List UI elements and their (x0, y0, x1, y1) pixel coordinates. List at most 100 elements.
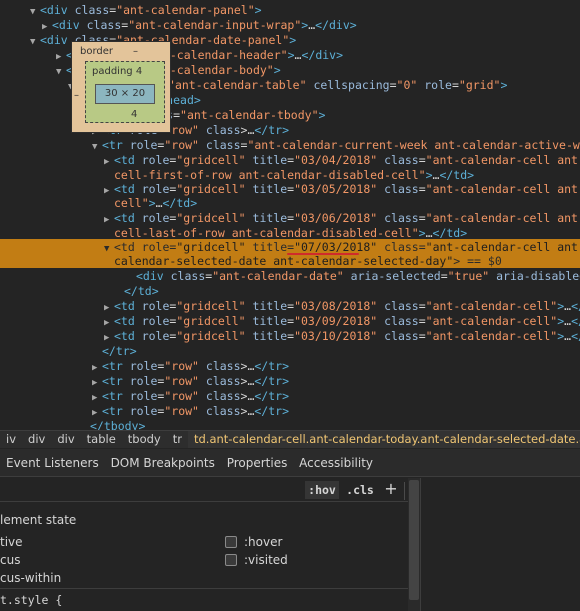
state-label-hover: :hover (244, 535, 283, 549)
collapse-triangle-icon[interactable]: ▼ (104, 242, 114, 257)
dom-token: role (417, 78, 452, 92)
box-model-left-value[interactable]: – (74, 90, 79, 101)
dom-token: cell" (114, 196, 149, 210)
dom-token: <tr (102, 374, 130, 388)
dom-token: <td (114, 211, 142, 225)
styles-filter-input[interactable] (0, 478, 302, 501)
dom-token: class (377, 299, 419, 313)
dom-token: "ant-calendar-panel" (116, 3, 255, 17)
dom-token: "03/09/2018" (294, 314, 378, 328)
dom-node-line[interactable]: ▶ <td role="gridcell" title="03/10/2018" … (104, 329, 580, 344)
dom-token: > (289, 33, 297, 47)
state-label-focus-within: cus-within (0, 571, 62, 585)
dom-token: "03/06/2018" (294, 211, 378, 225)
dom-token: "row" (164, 404, 199, 418)
dom-token: "ant-calendar-tbody" (180, 108, 319, 122)
dom-token: >… (240, 404, 255, 418)
dom-node-line[interactable]: <div class = "ant-calendar-date" aria-sele… (136, 269, 580, 284)
dom-token: aria-selected (343, 269, 441, 283)
collapse-triangle-icon[interactable]: ▼ (30, 35, 40, 50)
dom-token: = (418, 182, 426, 196)
state-label-focus: cus (0, 553, 21, 567)
hover-checkbox[interactable] (225, 536, 237, 548)
tab-event-listeners[interactable]: Event Listeners (0, 449, 103, 477)
dom-token: <td (114, 314, 142, 328)
dom-token: <div (52, 18, 87, 32)
dom-token: title (245, 329, 288, 343)
expand-triangle-icon[interactable]: ▶ (104, 213, 114, 228)
dom-token: > (254, 3, 262, 17)
dom-node-line[interactable]: cell-last-of-row ant-calendar-disabled-c… (114, 226, 467, 241)
collapse-triangle-icon[interactable]: ▼ (56, 65, 66, 80)
dom-node-line[interactable]: ▶ <td role="gridcell" title="03/06/2018" … (104, 211, 580, 226)
box-model-panel (421, 478, 580, 611)
breadcrumb-item[interactable]: iv (0, 431, 22, 448)
dom-node-line[interactable]: cell-first-of-row ant-calendar-disabled-… (114, 168, 474, 183)
dom-node-line[interactable]: ▶<tr role="row" class>…</tr> (92, 374, 289, 389)
tab-accessibility[interactable]: Accessibility (295, 449, 377, 477)
box-model-padding-label[interactable]: padding 4 (92, 66, 142, 77)
dom-node-line[interactable]: ▶ <td role="gridcell" title="03/09/2018" … (104, 314, 580, 329)
box-model-content[interactable]: 30 × 20 (95, 84, 155, 104)
dom-token: class (198, 138, 241, 152)
dom-token: class (377, 329, 419, 343)
dom-token: class (74, 3, 110, 17)
cls-toggle-button[interactable]: .cls (344, 481, 376, 499)
dom-token: title (245, 153, 288, 167)
box-model-border-value[interactable]: – (133, 46, 138, 57)
dom-node-line[interactable]: </tr> (102, 344, 137, 359)
dom-token: = (389, 78, 397, 92)
breadcrumb-item-active[interactable]: td.ant-calendar-cell.ant-calendar-today.… (187, 431, 580, 448)
dom-node-line[interactable]: ▼ <div class="ant-calendar-panel"> (30, 3, 262, 18)
dom-token: "gridcell" (176, 314, 246, 328)
tab-dom-breakpoints[interactable]: DOM Breakpoints (107, 449, 219, 477)
dom-token: > (500, 78, 508, 92)
collapse-triangle-icon[interactable]: ▼ (30, 5, 40, 20)
dom-token: "true" (447, 269, 490, 283)
new-style-rule-button[interactable]: + (382, 479, 400, 499)
dom-node-line[interactable]: ▶ <div class="ant-calendar-input-wrap">…<… (42, 18, 357, 33)
expand-triangle-icon[interactable]: ▶ (104, 184, 114, 199)
breadcrumb-item[interactable]: tbody (122, 431, 167, 448)
dom-node-line[interactable]: ▶<tr role="row" class>…</tr> (92, 389, 289, 404)
dom-node-line[interactable]: ▼ <tr role="row" class="ant-calendar-curr… (92, 138, 580, 153)
breadcrumb-item[interactable]: tr (167, 431, 188, 448)
element-style-rule[interactable]: t.style { (0, 593, 62, 607)
dom-token: calendar-selected-date ant-calendar-sele… (114, 254, 454, 268)
dom-token: <tr (102, 359, 130, 373)
dom-token: </tr> (254, 359, 289, 373)
dom-token: <tr (102, 389, 130, 403)
dom-token: == $0 (460, 254, 502, 268)
dom-node-line[interactable]: cell">…</td> (114, 196, 197, 211)
dom-token: "ant-calendar-current-week ant-calendar-… (247, 138, 580, 152)
expand-triangle-icon[interactable]: ▶ (104, 155, 114, 170)
dom-node-selected[interactable]: calendar-selected-date ant-calendar-sele… (114, 254, 502, 269)
dom-node-line[interactable]: </td> (124, 284, 159, 299)
dom-node-line[interactable]: ▶ <td role="gridcell" title="03/08/2018" … (104, 299, 580, 314)
hov-toggle-button[interactable]: :hov (305, 481, 339, 499)
breadcrumb-item[interactable]: div (51, 431, 80, 448)
dom-token: "ant-calendar-input-wrap" (128, 18, 302, 32)
dom-node-line[interactable]: ▶ <td role="gridcell" title="03/04/2018" … (104, 153, 580, 168)
dom-token: <div (136, 269, 171, 283)
dom-token: <td (114, 153, 142, 167)
force-element-state-title: lement state (0, 513, 77, 527)
visited-checkbox[interactable] (225, 554, 237, 566)
dom-token: "ant-calendar-cell" (425, 314, 558, 328)
dom-node-line[interactable]: ▶<tr role="row" class>…</tr> (92, 359, 289, 374)
styles-scrollbar-thumb[interactable] (409, 480, 419, 600)
dom-token: "row" (164, 389, 199, 403)
dom-token: </td> (571, 299, 580, 313)
dom-node-line[interactable]: </tbody> (90, 419, 145, 430)
breadcrumb-item[interactable]: div (22, 431, 51, 448)
dom-token: title (245, 299, 288, 313)
dom-token: class (170, 269, 206, 283)
breadcrumb-item[interactable]: table (81, 431, 122, 448)
dom-token: aria-disabled (489, 269, 580, 283)
box-model-padding-bottom[interactable]: 4 (131, 109, 137, 120)
tab-properties[interactable]: Properties (223, 449, 292, 477)
collapse-triangle-icon[interactable]: ▼ (92, 140, 102, 155)
state-label-active: tive (0, 535, 23, 549)
dom-node-line[interactable]: ▶<tr role="row" class>…</tr> (92, 404, 289, 419)
dom-node-line[interactable]: ▶ <td role="gridcell" title="03/05/2018" … (104, 182, 580, 197)
